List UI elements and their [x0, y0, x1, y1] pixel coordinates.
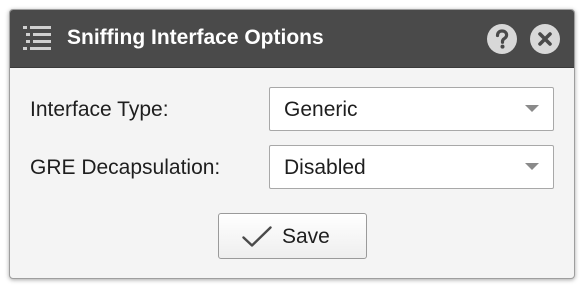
sniffing-interface-dialog: Sniffing Interface Options Interface Typ…: [9, 9, 575, 279]
interface-type-value: Generic: [284, 98, 358, 121]
interface-type-select[interactable]: Generic: [269, 87, 554, 131]
help-button[interactable]: [487, 24, 517, 54]
close-button[interactable]: [530, 24, 560, 54]
dialog-titlebar[interactable]: Sniffing Interface Options: [10, 10, 574, 68]
chevron-down-icon: [525, 163, 539, 170]
chevron-down-icon: [525, 105, 539, 112]
dialog-title: Sniffing Interface Options: [67, 26, 324, 49]
save-button-label: Save: [282, 225, 330, 248]
gre-decapsulation-value: Disabled: [284, 156, 366, 179]
check-icon: [242, 226, 272, 248]
save-button[interactable]: Save: [218, 213, 367, 259]
gre-decapsulation-select[interactable]: Disabled: [269, 145, 554, 189]
gre-decapsulation-label: GRE Decapsulation:: [30, 156, 221, 179]
help-icon: [487, 24, 517, 54]
list-icon: [23, 25, 51, 51]
interface-type-label: Interface Type:: [30, 98, 169, 121]
close-icon: [530, 24, 560, 54]
